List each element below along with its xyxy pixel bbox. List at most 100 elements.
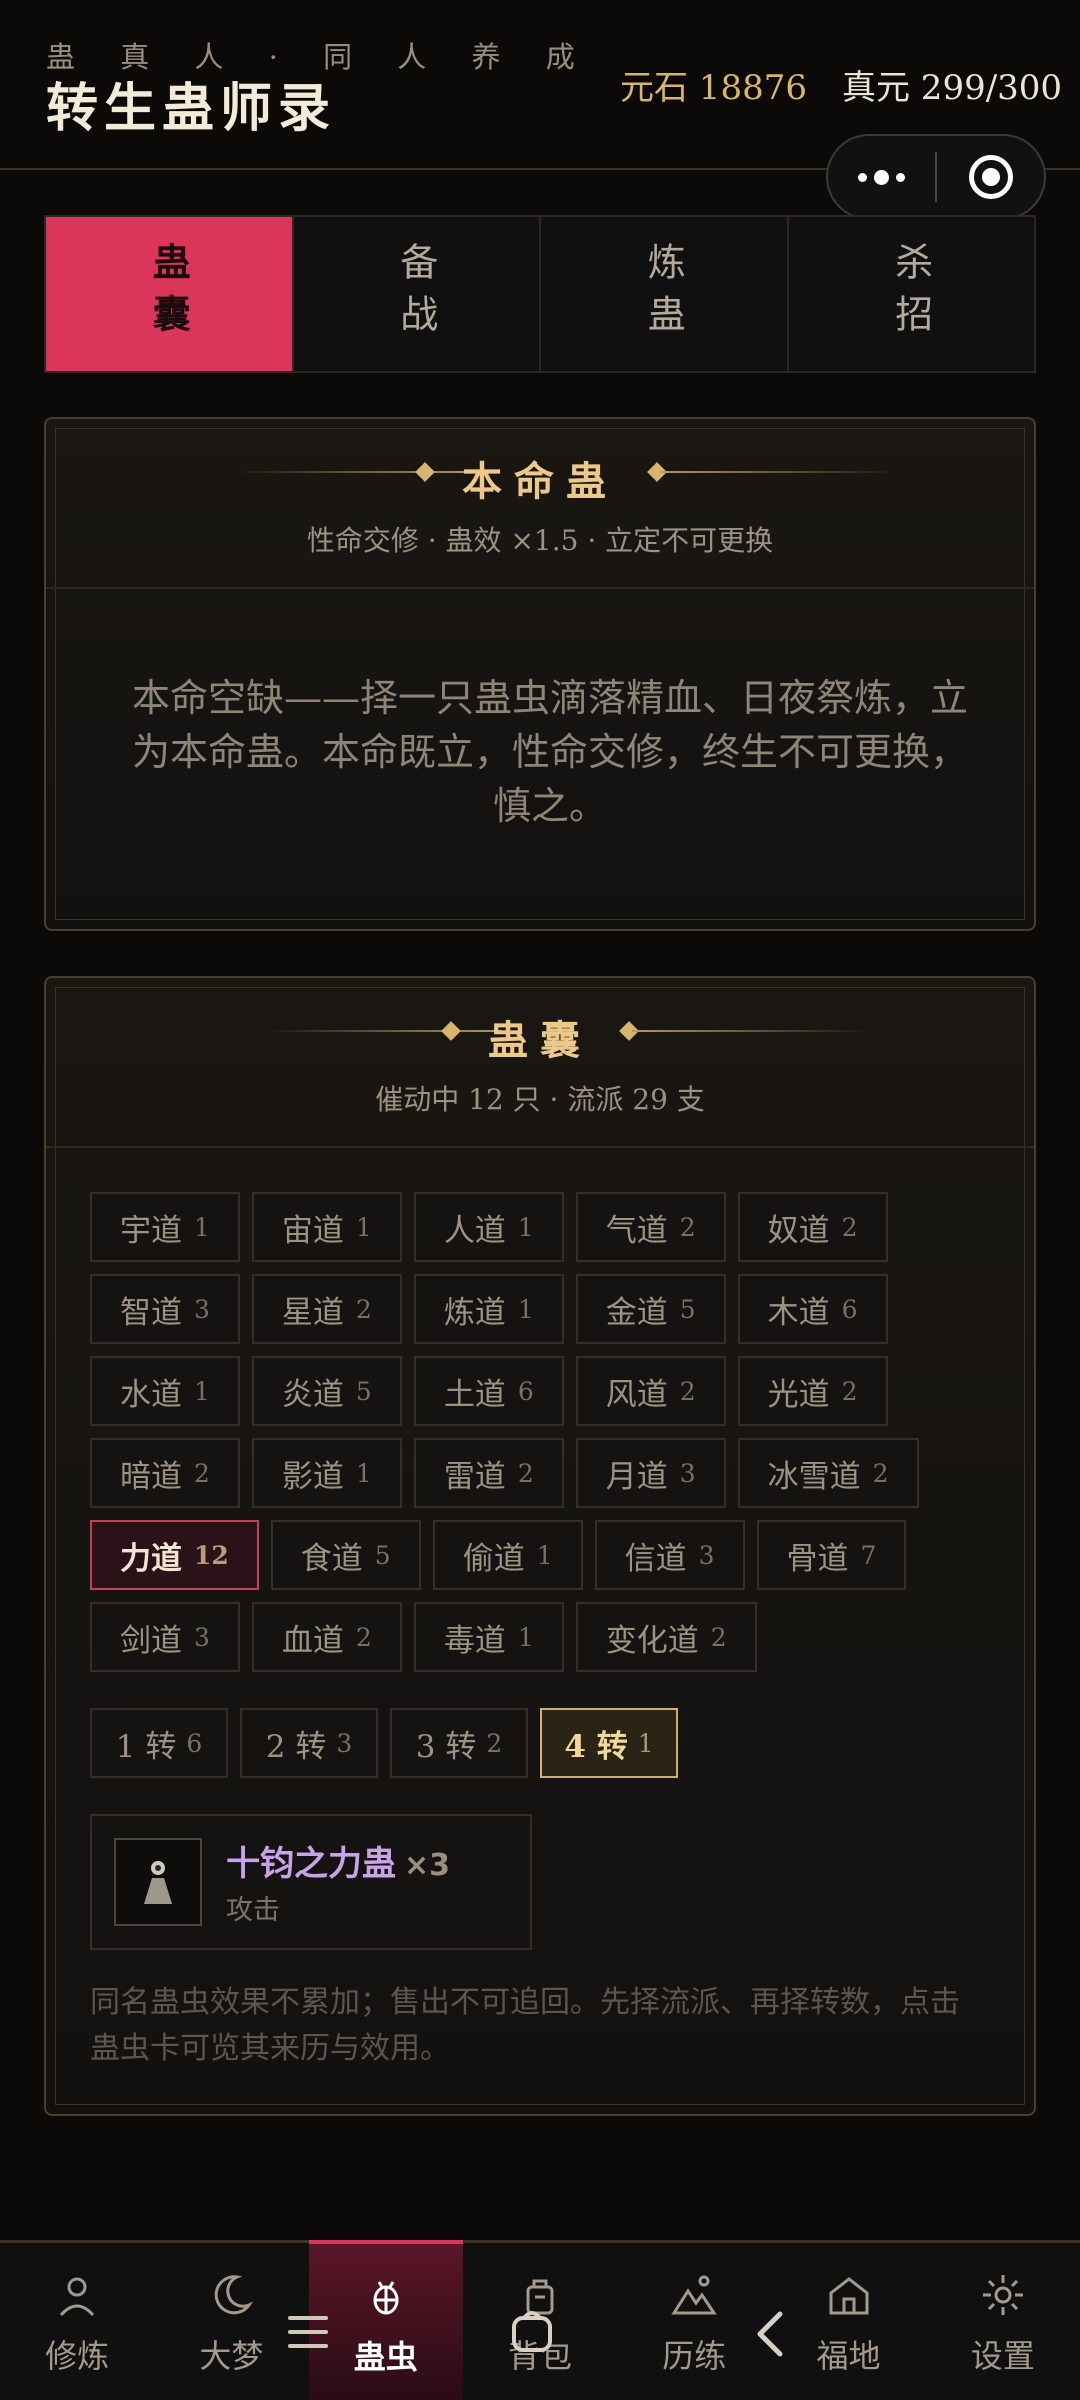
turn-chip[interactable]: 3 转 2: [390, 1708, 528, 1778]
school-chip[interactable]: 信道 3: [594, 1520, 745, 1590]
gu-bag-card: 蛊囊 催动中 12 只 · 流派 29 支 宇道 1 宙道 1 人道 1 气道 2 奴道 2 智道 3…: [44, 976, 1036, 2116]
chip-label: 炎道: [281, 1376, 344, 1413]
chip-label: 金道: [605, 1294, 668, 1331]
school-chip[interactable]: 骨道 7: [756, 1520, 907, 1590]
tab-label: 炼蛊: [641, 242, 686, 346]
nav-label: 设置: [970, 2337, 1035, 2375]
school-chip[interactable]: 食道 5: [270, 1520, 421, 1590]
chip-count: 6: [517, 1376, 534, 1406]
school-chip[interactable]: 奴道 2: [737, 1192, 888, 1262]
school-chip[interactable]: 气道 2: [575, 1192, 726, 1262]
gu-name: 十钧之力蛊 ×3: [226, 1836, 450, 1885]
target-circle-icon[interactable]: [937, 136, 1044, 218]
school-filter-chips: 宇道 1 宙道 1 人道 1 气道 2 奴道 2 智道 3 星道 2 炼道 1 金道 5 木道 6 水道 1 炎道 5 土道 6 风…: [90, 1192, 1010, 1684]
chip-label: 星道: [281, 1294, 344, 1331]
school-chip[interactable]: 人道 1: [413, 1192, 564, 1262]
more-dots-icon[interactable]: [828, 136, 935, 218]
chip-row: 暗道 2 影道 1 雷道 2 月道 3 冰雪道 2: [90, 1438, 1010, 1508]
nav-item-gear[interactable]: 设置: [926, 2243, 1080, 2400]
chip-label: 宙道: [281, 1212, 344, 1249]
tab-shazhao[interactable]: 杀招: [788, 217, 1034, 371]
school-chip[interactable]: 毒道 1: [413, 1602, 564, 1672]
chip-row: 宇道 1 宙道 1 人道 1 气道 2 奴道 2: [90, 1192, 1010, 1262]
ornament-line: [660, 471, 896, 473]
tab-label: 蛊囊: [146, 242, 192, 346]
gu-count: ×3: [404, 1848, 451, 1883]
school-chip[interactable]: 水道 1: [90, 1356, 240, 1426]
school-chip[interactable]: 宙道 1: [251, 1192, 402, 1262]
school-chip[interactable]: 力道 12: [90, 1520, 259, 1590]
menu-icon[interactable]: [286, 2312, 330, 2356]
turn-chip[interactable]: 2 转 3: [240, 1708, 378, 1778]
school-chip[interactable]: 雷道 2: [413, 1438, 564, 1508]
school-chip[interactable]: 宇道 1: [90, 1192, 240, 1262]
app-title: 转生蛊师录: [46, 79, 337, 139]
chip-count: 3: [194, 1622, 210, 1652]
school-chip[interactable]: 炎道 5: [251, 1356, 402, 1426]
chip-label: 毒道: [443, 1622, 506, 1659]
nav-item-mountain[interactable]: 历练: [617, 2243, 771, 2400]
card-header: 本命蛊 性命交修 · 蛊效 ×1.5 · 立定不可更换: [46, 419, 1034, 589]
life-gu-description[interactable]: 本命空缺——择一只蛊虫滴落精血、日夜祭炼，立为本命蛊。本命既立，性命交修，终生不…: [116, 671, 984, 833]
tab-gunang[interactable]: 蛊囊: [46, 217, 294, 371]
bag-hint-text: 同名蛊虫效果不累加；售出不可追回。先择流派、再择转数，点击蛊虫卡可览其来历与效用…: [90, 1985, 960, 2066]
chip-label: 血道: [281, 1622, 344, 1659]
chip-row: 剑道 3 血道 2 毒道 1 变化道 2: [90, 1602, 1010, 1672]
turn-label: 1 转: [115, 1728, 177, 1765]
school-chip[interactable]: 暗道 2: [90, 1438, 240, 1508]
turn-label: 4 转: [564, 1728, 628, 1765]
chip-count: 1: [355, 1458, 372, 1488]
chip-count: 1: [355, 1212, 372, 1242]
chip-label: 奴道: [767, 1212, 830, 1249]
school-chip[interactable]: 智道 3: [90, 1274, 240, 1344]
turn-chip[interactable]: 1 转 6: [90, 1708, 228, 1778]
card-title: 蛊囊: [488, 1017, 592, 1064]
school-chip[interactable]: 木道 6: [737, 1274, 888, 1344]
back-chevron-icon[interactable]: [752, 2310, 788, 2362]
card-subtitle: 性命交修 · 蛊效 ×1.5 · 立定不可更换: [306, 524, 774, 557]
home-icon: [825, 2271, 873, 2323]
school-chip[interactable]: 土道 6: [413, 1356, 564, 1426]
nav-item-person[interactable]: 修炼: [0, 2243, 154, 2400]
chip-label: 气道: [605, 1212, 668, 1249]
main-tabs: 蛊囊 备战 炼蛊 杀招: [44, 215, 1036, 373]
school-chip[interactable]: 风道 2: [575, 1356, 726, 1426]
school-chip[interactable]: 星道 2: [251, 1274, 402, 1344]
chip-count: 1: [517, 1294, 534, 1324]
gu-type: 攻击: [226, 1895, 280, 1926]
gu-item-card[interactable]: 十钧之力蛊 ×3 攻击: [90, 1814, 532, 1950]
nav-label: 福地: [816, 2337, 881, 2375]
school-chip[interactable]: 血道 2: [251, 1602, 402, 1672]
nav-item-bug[interactable]: 蛊虫: [308, 2240, 463, 2400]
tab-label: 备战: [393, 242, 438, 346]
chip-row: 智道 3 星道 2 炼道 1 金道 5 木道 6: [90, 1274, 1010, 1344]
school-chip[interactable]: 冰雪道 2: [737, 1438, 919, 1508]
school-chip[interactable]: 偷道 1: [432, 1520, 583, 1590]
turn-chip[interactable]: 4 转 1: [540, 1708, 678, 1778]
school-chip[interactable]: 月道 3: [575, 1438, 726, 1508]
chip-count: 2: [710, 1622, 727, 1652]
chip-label: 木道: [767, 1294, 830, 1331]
chip-count: 7: [860, 1540, 877, 1570]
nav-label: 大梦: [199, 2337, 264, 2375]
nav-item-home[interactable]: 福地: [771, 2243, 925, 2400]
chip-label: 影道: [281, 1458, 344, 1495]
chip-count: 5: [374, 1540, 391, 1570]
school-chip[interactable]: 光道 2: [737, 1356, 888, 1426]
tab-liangu[interactable]: 炼蛊: [541, 217, 789, 371]
school-chip[interactable]: 金道 5: [575, 1274, 726, 1344]
school-chip[interactable]: 变化道 2: [575, 1602, 757, 1672]
chip-label: 土道: [443, 1376, 506, 1413]
school-chip[interactable]: 影道 1: [251, 1438, 402, 1508]
home-square-icon[interactable]: [510, 2304, 554, 2358]
school-chip[interactable]: 剑道 3: [90, 1602, 240, 1672]
chip-count: 2: [679, 1376, 696, 1406]
turn-count: 6: [186, 1728, 203, 1758]
card-subtitle: 催动中 12 只 · 流派 29 支: [375, 1083, 705, 1116]
tab-beizhan[interactable]: 备战: [293, 217, 541, 371]
chip-count: 1: [194, 1376, 210, 1406]
chip-count: 3: [698, 1540, 715, 1570]
school-chip[interactable]: 炼道 1: [413, 1274, 564, 1344]
card-title: 本命蛊: [462, 458, 618, 505]
chip-label: 宇道: [120, 1212, 182, 1249]
